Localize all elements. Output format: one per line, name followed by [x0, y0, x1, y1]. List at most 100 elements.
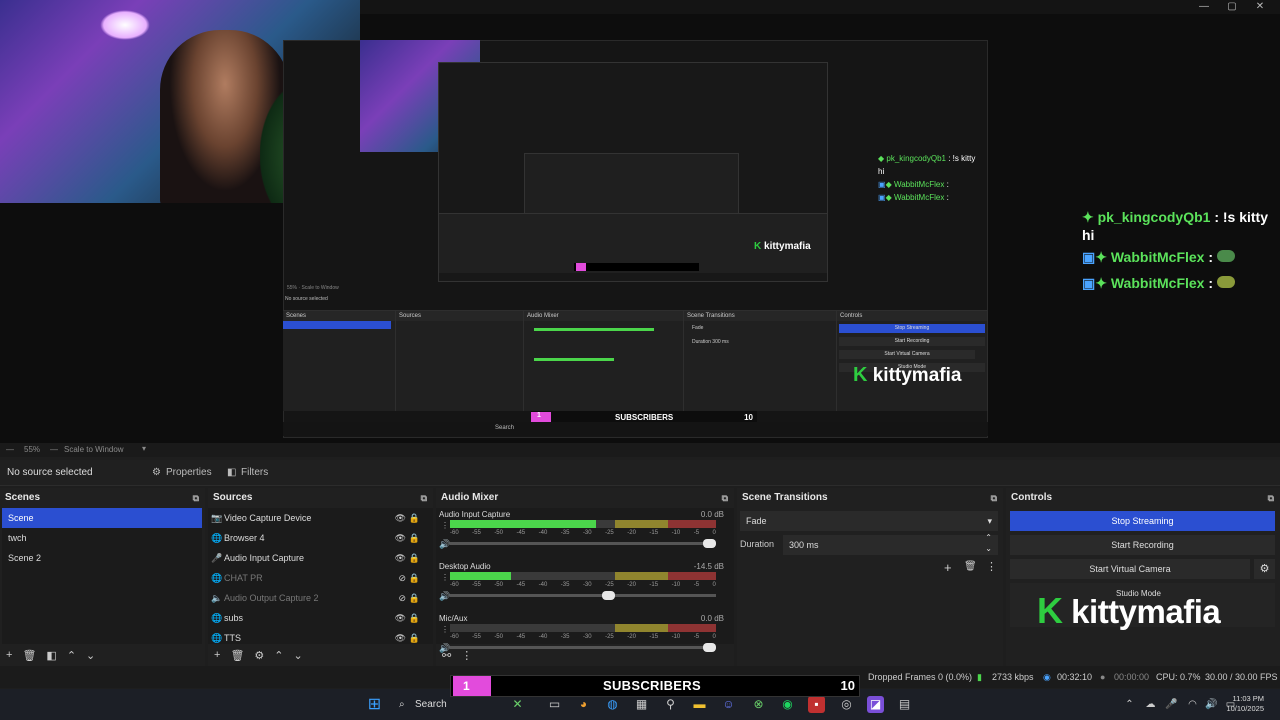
eye-hidden-icon[interactable]: ⊘ — [398, 588, 406, 608]
emote-icon — [1216, 250, 1235, 262]
chevron-up-icon[interactable]: ⌃ — [1121, 696, 1138, 713]
arrow-up-icon[interactable]: ⌃ — [67, 649, 76, 662]
terminal-icon[interactable]: ▤ — [896, 696, 913, 713]
wifi-icon[interactable]: ◠ — [1184, 696, 1201, 713]
taskbar-search[interactable]: ⌕ Search — [391, 694, 501, 715]
volume-slider[interactable] — [450, 539, 716, 548]
zoom-level[interactable]: 55% — [24, 445, 40, 454]
subscriber-goal-bar: 1 SUBSCRIBERS 10 — [450, 675, 860, 697]
source-item[interactable]: 🌐 Browser 4 👁 🔒 — [208, 528, 433, 548]
add-icon[interactable]: + — [944, 560, 952, 575]
arrow-up-icon[interactable]: ⌃ — [274, 649, 283, 662]
popout-icon[interactable]: ⧉ — [421, 488, 427, 508]
eye-icon[interactable]: 👁 — [395, 548, 406, 568]
sub-goal: 10 — [840, 678, 855, 693]
cloud-icon[interactable]: ☁ — [1142, 696, 1159, 713]
volume-icon[interactable]: 🔊 — [1203, 696, 1220, 713]
store-icon[interactable]: ▦ — [633, 696, 650, 713]
trash-icon[interactable]: 🗑 — [230, 649, 244, 662]
source-item[interactable]: 🌐 TTS 👁 🔒 — [208, 628, 433, 644]
trash-icon[interactable]: 🗑 — [22, 649, 36, 662]
folder-icon[interactable]: ▬ — [691, 696, 708, 713]
lock-icon[interactable]: 🔒 — [409, 528, 420, 548]
chrome-icon[interactable]: ◕ — [575, 696, 592, 713]
meter-ticks: -60 -55 -50 -45 -40 -35 -30 -25 -20 -15 -10 -5 0 — [450, 634, 716, 642]
filters-button[interactable]: ◧ Filters — [225, 464, 268, 482]
gear-icon[interactable]: ⚙ — [254, 649, 264, 662]
properties-button[interactable]: ⚙ Properties — [150, 464, 212, 482]
popout-icon[interactable]: ⧉ — [193, 488, 199, 508]
twitch-icon[interactable]: ◪ — [867, 696, 884, 713]
lock-icon[interactable]: 🔒 — [409, 608, 420, 628]
xbox-icon[interactable]: ✕ — [509, 696, 526, 713]
source-item[interactable]: 🌐 CHAT PR ⊘ 🔒 — [208, 568, 433, 588]
mic-icon[interactable]: 🎤 — [1163, 696, 1180, 713]
spotify-icon[interactable]: ◉ — [779, 696, 796, 713]
scale-mode[interactable]: Scale to Window — [64, 445, 124, 454]
volume-icon[interactable]: 🔊 — [439, 539, 450, 550]
edge-icon[interactable]: ◍ — [604, 696, 621, 713]
source-item[interactable]: 🔈 Audio Output Capture 2 ⊘ 🔒 — [208, 588, 433, 608]
lock-icon[interactable]: 🔒 — [409, 628, 420, 644]
stepper-icon[interactable]: ⌃ ⌄ — [985, 532, 992, 554]
volume-slider[interactable] — [450, 591, 716, 600]
lock-icon[interactable]: 🔒 — [409, 568, 420, 588]
eye-icon[interactable]: 👁 — [395, 528, 406, 548]
stop-streaming-button[interactable]: Stop Streaming — [1010, 511, 1275, 531]
more-icon[interactable]: ⋮ — [441, 521, 449, 530]
source-item[interactable]: 🎤 Audio Input Capture 👁 🔒 — [208, 548, 433, 568]
scene-item[interactable]: Scene — [2, 508, 202, 528]
tick-label: -35 — [560, 582, 570, 588]
chat-user: pk_kingcodyQb1 — [1097, 209, 1211, 225]
close-icon[interactable]: ✕ — [1246, 0, 1274, 14]
lock-icon[interactable]: 🔒 — [409, 588, 420, 608]
more-icon[interactable]: ⋮ — [461, 649, 472, 662]
slider-knob[interactable] — [703, 539, 716, 548]
file-explorer-icon[interactable]: ▭ — [546, 696, 563, 713]
more-icon[interactable]: ⋮ — [986, 560, 997, 573]
signal-icon: ▮ — [977, 672, 982, 682]
channel-db: 0.0 dB — [700, 614, 724, 623]
popout-icon[interactable]: ⧉ — [991, 488, 997, 508]
discord-icon[interactable]: ☺ — [720, 696, 737, 713]
scene-item[interactable]: twch — [2, 528, 202, 548]
pin-icon[interactable]: ⚲ — [662, 696, 679, 713]
eye-hidden-icon[interactable]: ⊘ — [398, 568, 406, 588]
chevron-down-icon[interactable]: ▾ — [142, 444, 146, 453]
source-item[interactable]: 📷 Video Capture Device 👁 🔒 — [208, 508, 433, 528]
popout-icon[interactable]: ⧉ — [722, 488, 728, 508]
xbox-app-icon[interactable]: ⊗ — [750, 696, 767, 713]
lock-icon[interactable]: 🔒 — [409, 508, 420, 528]
chat-user: WabbitMcFlex — [1110, 249, 1205, 265]
more-icon[interactable]: ⋮ — [441, 573, 449, 582]
gear-icon[interactable]: ⚙ — [1254, 559, 1275, 579]
volume-icon[interactable]: 🔊 — [439, 591, 450, 602]
maximize-icon[interactable]: ▢ — [1218, 0, 1246, 14]
add-icon[interactable]: + — [214, 649, 220, 661]
windows-start-icon[interactable]: ⊞ — [366, 696, 383, 713]
lock-icon[interactable]: 🔒 — [409, 548, 420, 568]
more-icon[interactable]: ⋮ — [441, 625, 449, 634]
taskbar-clock[interactable]: 11:03 PM 10/10/2025 — [1226, 694, 1264, 714]
eye-icon[interactable]: 👁 — [395, 508, 406, 528]
popout-icon[interactable]: ⧉ — [1268, 488, 1274, 508]
filter-icon[interactable]: ◧ — [46, 649, 56, 662]
obs-icon[interactable]: ◎ — [838, 696, 855, 713]
scene-item[interactable]: Scene 2 — [2, 548, 202, 568]
trash-icon[interactable]: 🗑 — [964, 561, 977, 572]
eye-icon[interactable]: 👁 — [395, 628, 406, 644]
app-icon[interactable]: ▪ — [808, 696, 825, 713]
slider-knob[interactable] — [602, 591, 615, 600]
minimize-icon[interactable]: — — [1190, 0, 1218, 14]
add-icon[interactable]: + — [6, 649, 12, 661]
link-icon[interactable]: ⚯ — [442, 649, 451, 662]
source-item[interactable]: 🌐 subs 👁 🔒 — [208, 608, 433, 628]
lamp-glow — [100, 10, 150, 40]
start-virtual-camera-button[interactable]: Start Virtual Camera — [1010, 559, 1250, 579]
start-recording-button[interactable]: Start Recording — [1010, 535, 1275, 555]
arrow-down-icon[interactable]: ⌄ — [86, 649, 95, 662]
eye-icon[interactable]: 👁 — [395, 608, 406, 628]
transition-select[interactable]: Fade ▾ — [740, 511, 998, 531]
arrow-down-icon[interactable]: ⌄ — [294, 649, 303, 662]
duration-input[interactable]: 300 ms ⌃ ⌄ — [783, 532, 998, 555]
